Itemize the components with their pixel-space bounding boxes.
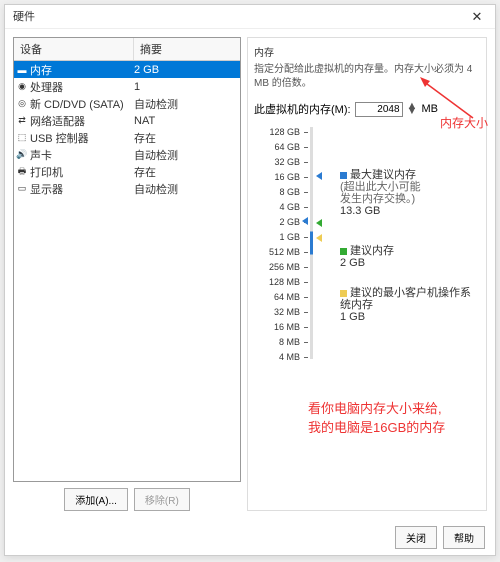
device-row[interactable]: 🔊声卡自动检测 bbox=[14, 146, 240, 163]
scale-tick: 1 GB bbox=[260, 232, 300, 242]
scale-tick: 512 MB bbox=[260, 247, 300, 257]
device-summary: 自动检测 bbox=[134, 181, 240, 197]
scale-tick: 16 GB bbox=[260, 172, 300, 182]
device-name: 打印机 bbox=[30, 164, 134, 180]
scale-tick: 128 GB bbox=[260, 127, 300, 137]
marker-min bbox=[316, 234, 322, 242]
device-summary: 1 bbox=[134, 81, 240, 93]
device-row[interactable]: ▬内存2 GB bbox=[14, 61, 240, 78]
scale-tick: 128 MB bbox=[260, 277, 300, 287]
titlebar: 硬件 ✕ bbox=[5, 5, 495, 29]
device-icon: ⬚ bbox=[14, 132, 30, 143]
add-button[interactable]: 添加(A)... bbox=[64, 488, 128, 511]
col-summary: 摘要 bbox=[134, 38, 240, 60]
close-button[interactable]: 关闭 bbox=[395, 526, 437, 549]
device-summary: NAT bbox=[134, 115, 240, 127]
left-panel: 设备 摘要 ▬内存2 GB◉处理器1◎新 CD/DVD (SATA)自动检测⇄网… bbox=[13, 37, 241, 511]
device-name: 网络适配器 bbox=[30, 113, 134, 129]
device-icon: 🔊 bbox=[14, 149, 30, 160]
right-panel: 内存 指定分配给此虚拟机的内存量。内存大小必须为 4 MB 的倍数。 此虚拟机的… bbox=[247, 37, 487, 511]
scale-tick: 8 MB bbox=[260, 337, 300, 347]
device-icon: ▭ bbox=[14, 183, 30, 194]
scale-tick: 4 GB bbox=[260, 202, 300, 212]
device-icon: ⇄ bbox=[14, 115, 30, 126]
marker-max bbox=[316, 172, 322, 180]
legend-min: 建议的最小客户机操作系统内存 1 GB bbox=[340, 287, 480, 323]
memory-scale[interactable]: 128 GB 64 GB 32 GB 16 GB 8 GB 4 GB 2 GB 1 GB 512… bbox=[260, 127, 480, 377]
device-summary: 2 GB bbox=[134, 64, 240, 76]
slider-handle[interactable] bbox=[302, 217, 308, 225]
device-summary: 自动检测 bbox=[134, 96, 240, 112]
scale-tick: 8 GB bbox=[260, 187, 300, 197]
marker-rec bbox=[316, 219, 322, 227]
hardware-dialog: 硬件 ✕ 设备 摘要 ▬内存2 GB◉处理器1◎新 CD/DVD (SATA)自… bbox=[4, 4, 496, 556]
device-name: 内存 bbox=[30, 62, 134, 78]
scale-tick: 32 MB bbox=[260, 307, 300, 317]
device-row[interactable]: ▭显示器自动检测 bbox=[14, 180, 240, 197]
legend-max: 最大建议内存 (超出此大小可能 发生内存交换。) 13.3 GB bbox=[340, 169, 421, 217]
scale-tick: 64 GB bbox=[260, 142, 300, 152]
scale-bar bbox=[310, 127, 313, 359]
device-name: 新 CD/DVD (SATA) bbox=[30, 96, 134, 112]
scale-tick: 4 MB bbox=[260, 352, 300, 362]
spinner[interactable]: ▲▼ bbox=[407, 104, 418, 114]
col-device: 设备 bbox=[14, 38, 134, 60]
device-row[interactable]: ⇄网络适配器NAT bbox=[14, 112, 240, 129]
legend-rec: 建议内存 2 GB bbox=[340, 245, 394, 269]
device-icon: 🖶 bbox=[14, 164, 30, 180]
annotation-note: 看你电脑内存大小来给, 我的电脑是16GB的内存 bbox=[308, 398, 445, 436]
device-row[interactable]: ◉处理器1 bbox=[14, 78, 240, 95]
scale-tick: 64 MB bbox=[260, 292, 300, 302]
device-row[interactable]: ⬚USB 控制器存在 bbox=[14, 129, 240, 146]
scale-tick: 256 MB bbox=[260, 262, 300, 272]
device-summary: 存在 bbox=[134, 130, 240, 146]
device-icon: ▬ bbox=[14, 65, 30, 75]
device-row[interactable]: 🖶打印机存在 bbox=[14, 163, 240, 180]
mem-label: 此虚拟机的内存(M): bbox=[254, 101, 351, 117]
device-name: 显示器 bbox=[30, 181, 134, 197]
device-summary: 自动检测 bbox=[134, 147, 240, 163]
close-icon[interactable]: ✕ bbox=[467, 5, 487, 29]
dialog-title: 硬件 bbox=[13, 5, 35, 29]
remove-button[interactable]: 移除(R) bbox=[134, 488, 190, 511]
device-name: 声卡 bbox=[30, 147, 134, 163]
section-title: 内存 bbox=[254, 44, 480, 59]
device-icon: ◎ bbox=[14, 98, 30, 109]
device-summary: 存在 bbox=[134, 164, 240, 180]
device-list[interactable]: 设备 摘要 ▬内存2 GB◉处理器1◎新 CD/DVD (SATA)自动检测⇄网… bbox=[13, 37, 241, 482]
help-button[interactable]: 帮助 bbox=[443, 526, 485, 549]
device-icon: ◉ bbox=[14, 81, 30, 92]
scale-tick: 16 MB bbox=[260, 322, 300, 332]
device-name: USB 控制器 bbox=[30, 130, 134, 146]
annotation-size: 内存大小 bbox=[440, 114, 488, 131]
list-header: 设备 摘要 bbox=[14, 38, 240, 61]
device-row[interactable]: ◎新 CD/DVD (SATA)自动检测 bbox=[14, 95, 240, 112]
device-name: 处理器 bbox=[30, 79, 134, 95]
scale-tick: 2 GB bbox=[260, 217, 300, 227]
scale-tick: 32 GB bbox=[260, 157, 300, 167]
mem-input[interactable] bbox=[355, 102, 403, 117]
